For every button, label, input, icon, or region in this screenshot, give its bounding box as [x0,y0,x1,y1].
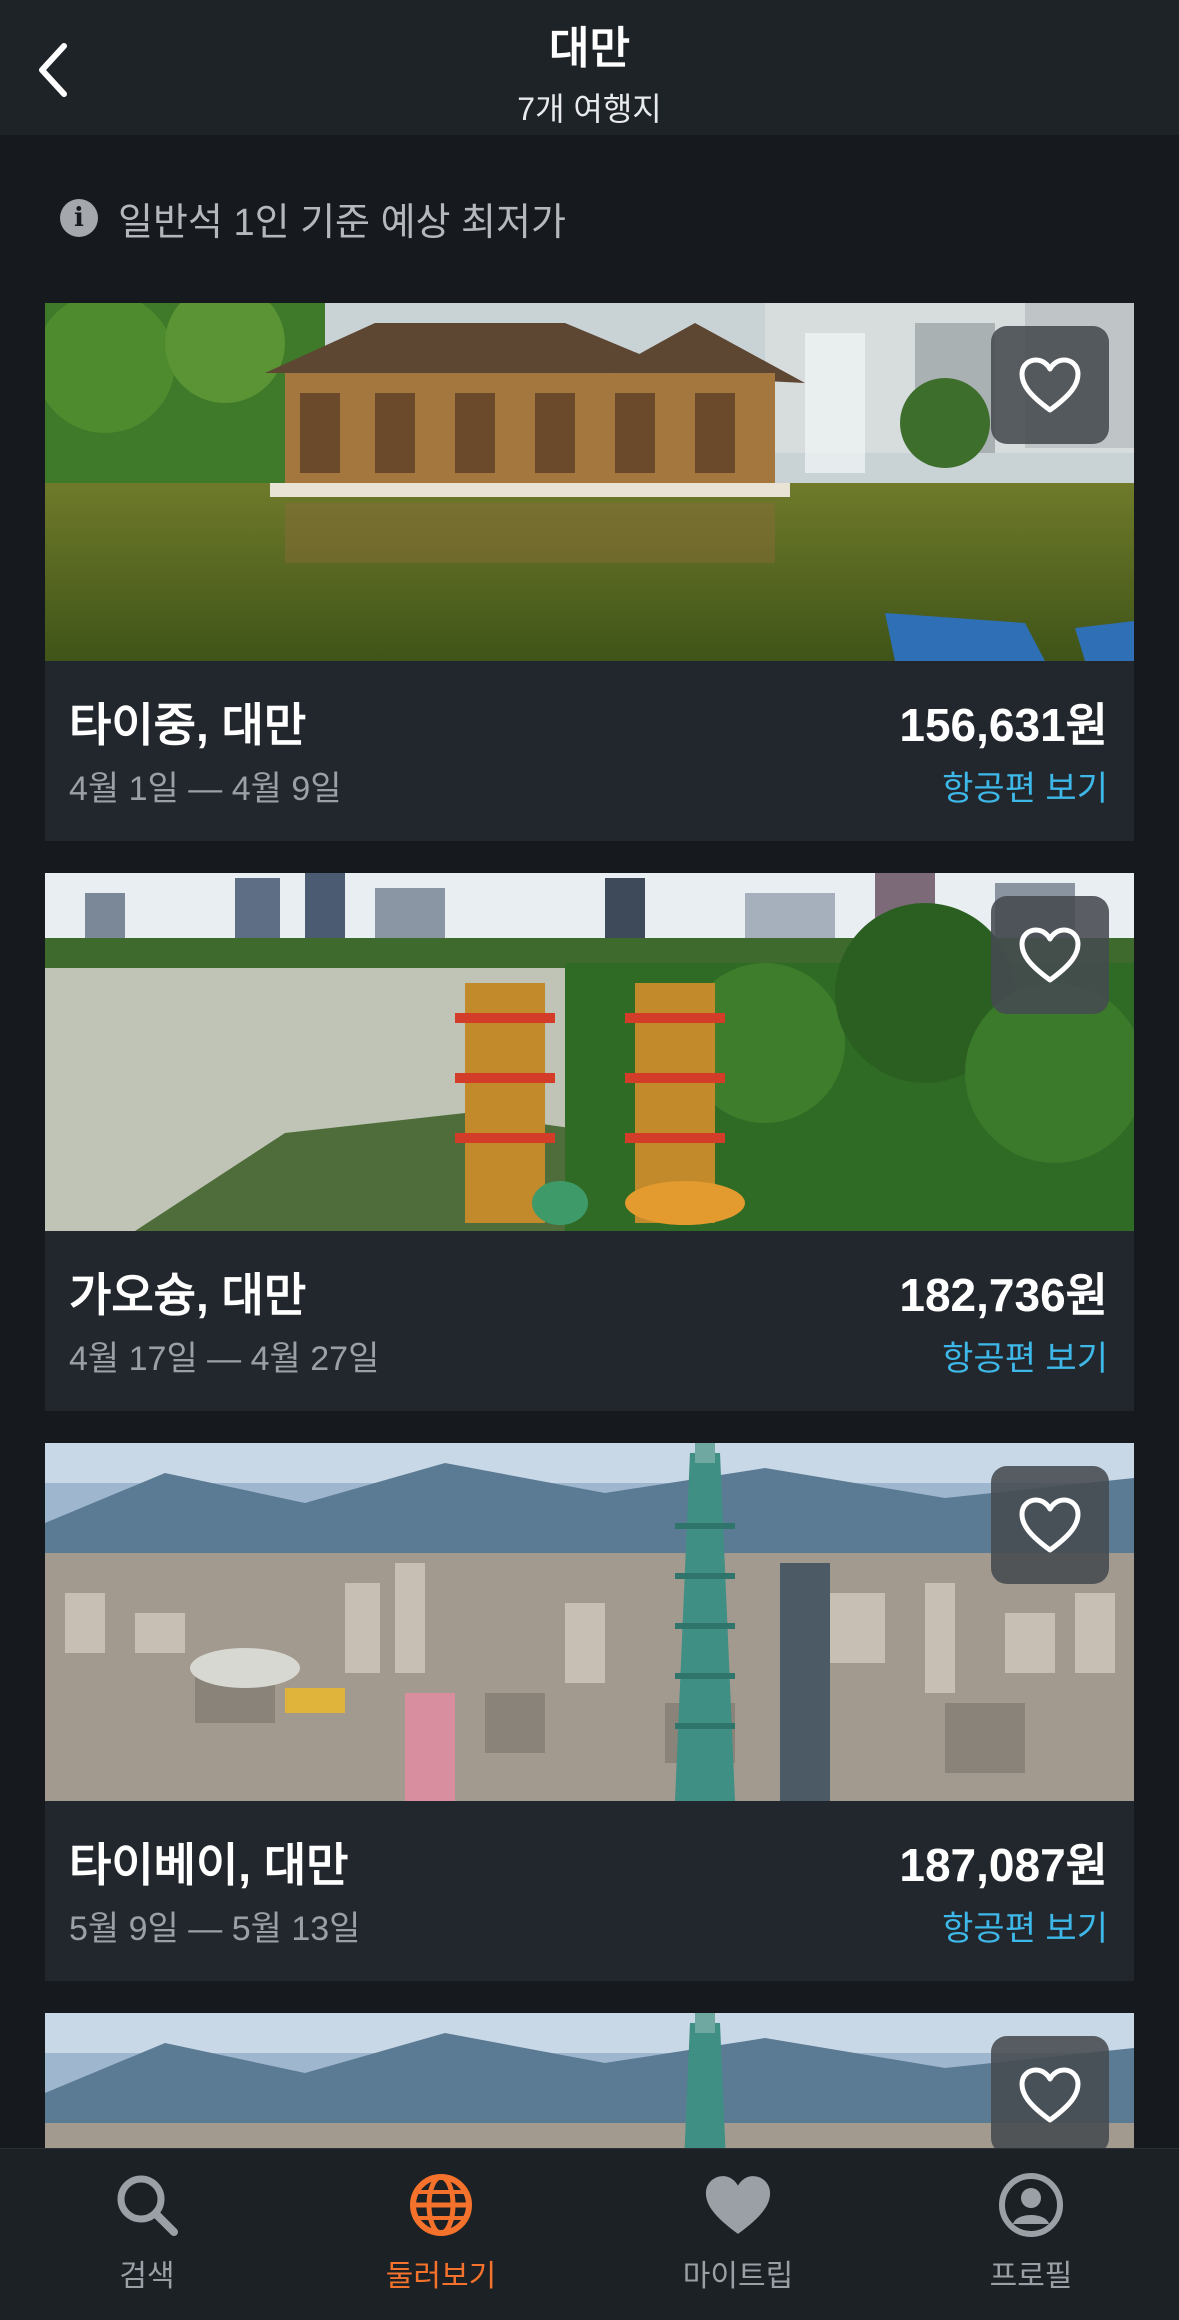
bottom-tab-bar: 검색 둘러보기 마이트립 프로필 [0,2148,1179,2320]
heart-outline-icon [1019,357,1081,413]
price-info-text: 일반석 1인 기준 예상 최저가 [118,201,566,244]
tab-explore[interactable]: 둘러보기 [341,2169,541,2295]
destination-card-taichung[interactable]: 타이중, 대만 4월 1일 — 4월 9일 156,631원 항공편 보기 [45,303,1134,841]
destination-city: 가오슝, 대만 [69,1269,307,1321]
tab-label: 검색 [119,2260,175,2293]
tab-search[interactable]: 검색 [47,2169,247,2295]
destination-image [45,2013,1134,2148]
tab-mytrip[interactable]: 마이트립 [638,2169,838,2295]
destination-dates: 5월 9일 — 5월 13일 [69,1910,361,1948]
price-info: i 일반석 1인 기준 예상 최저가 [60,190,566,246]
tab-label: 둘러보기 [385,2260,497,2293]
globe-icon [410,2174,472,2236]
info-icon: i [60,199,98,237]
destination-image [45,303,1134,661]
destination-card-taipei[interactable]: 타이베이, 대만 5월 9일 — 5월 13일 187,087원 항공편 보기 [45,1443,1134,1981]
heart-outline-icon [1019,2067,1081,2123]
destination-info: 타이중, 대만 4월 1일 — 4월 9일 156,631원 항공편 보기 [45,661,1134,841]
destination-city: 타이중, 대만 [69,699,307,751]
destination-city: 타이베이, 대만 [69,1839,349,1891]
favorite-button[interactable] [991,326,1109,444]
destination-image [45,873,1134,1231]
page-title: 대만 [549,24,630,73]
tab-label: 마이트립 [682,2260,794,2293]
destination-price: 156,631원 [899,699,1108,751]
view-flights-link[interactable]: 항공편 보기 [942,761,1108,810]
destination-card-partial[interactable] [45,2013,1134,2148]
destination-card-kaohsiung[interactable]: 가오슝, 대만 4월 17일 — 4월 27일 182,736원 항공편 보기 [45,873,1134,1411]
destination-count: 7개 여행지 [517,91,662,127]
destination-price: 187,087원 [899,1839,1108,1891]
top-bar: 대만 7개 여행지 [0,0,1179,135]
destination-dates: 4월 17일 — 4월 27일 [69,1340,380,1378]
destination-price: 182,736원 [899,1269,1108,1321]
destination-image [45,1443,1134,1801]
profile-icon [999,2173,1063,2237]
destination-info: 가오슝, 대만 4월 17일 — 4월 27일 182,736원 항공편 보기 [45,1231,1134,1411]
view-flights-link[interactable]: 항공편 보기 [942,1901,1108,1950]
heart-outline-icon [1019,927,1081,983]
tab-profile[interactable]: 프로필 [931,2169,1131,2295]
heart-outline-icon [1019,1497,1081,1553]
destination-dates: 4월 1일 — 4월 9일 [69,770,342,808]
view-flights-link[interactable]: 항공편 보기 [942,1331,1108,1380]
destination-info: 타이베이, 대만 5월 9일 — 5월 13일 187,087원 항공편 보기 [45,1801,1134,1981]
heart-icon [705,2176,771,2234]
favorite-button[interactable] [991,2036,1109,2148]
favorite-button[interactable] [991,896,1109,1014]
search-icon [117,2175,178,2236]
tab-label: 프로필 [989,2260,1073,2293]
favorite-button[interactable] [991,1466,1109,1584]
